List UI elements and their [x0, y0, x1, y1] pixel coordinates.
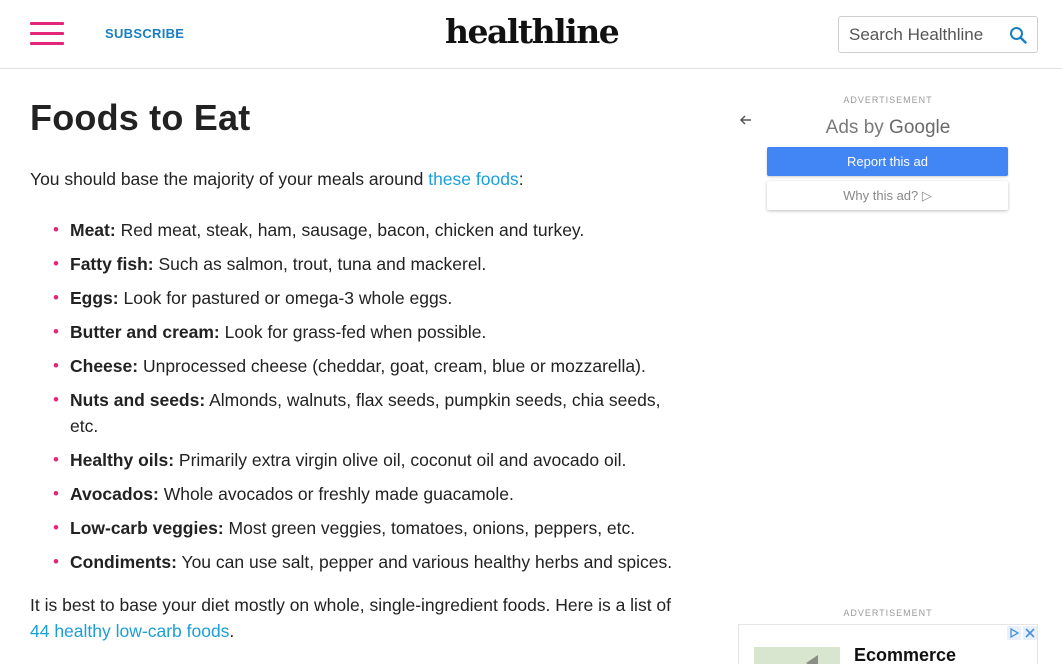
intro-end: :	[518, 169, 524, 189]
bullet-icon: •	[53, 322, 59, 341]
subscribe-link[interactable]: SUBSCRIBE	[105, 26, 184, 41]
item-term: Healthy oils:	[70, 450, 175, 470]
section-heading: Foods to Eat	[30, 97, 251, 138]
list-item: • Avocados: Whole avocados or freshly mad…	[30, 481, 690, 507]
list-item: • Meat: Red meat, steak, ham, sausage, ba…	[30, 217, 690, 243]
bullet-icon: •	[53, 220, 59, 239]
google-logo: Google	[889, 117, 951, 138]
low-carb-foods-link[interactable]: 44 healthy low-carb foods	[30, 621, 229, 641]
item-desc: Look for grass-fed when possible.	[219, 322, 487, 342]
list-item: • Condiments: You can use salt, pepper an…	[30, 549, 690, 575]
item-term: Meat:	[70, 220, 116, 240]
menu-icon-bar	[30, 42, 64, 45]
these-foods-link[interactable]: these foods	[428, 169, 518, 189]
bullet-icon: •	[53, 518, 59, 537]
item-term: Fatty fish:	[70, 254, 154, 274]
play-icon	[806, 655, 818, 664]
item-desc: Red meat, steak, ham, sausage, bacon, ch…	[115, 220, 585, 240]
outro-end: .	[229, 621, 235, 641]
search-input[interactable]	[849, 25, 999, 45]
list-item: • Butter and cream: Look for grass-fed wh…	[30, 319, 690, 345]
bullet-icon: •	[53, 552, 59, 571]
item-term: Cheese:	[70, 356, 139, 376]
list-item: • Eggs: Look for pastured or omega-3 whol…	[30, 285, 690, 311]
healthline-logo[interactable]: healthline	[445, 12, 620, 51]
intro-text: You should base the majority of your mea…	[30, 169, 429, 189]
back-arrow-icon[interactable]	[739, 113, 753, 127]
menu-icon-bar	[30, 22, 64, 25]
list-item: • Nuts and seeds: Almonds, walnuts, flax …	[30, 387, 690, 439]
list-item: • Healthy oils: Primarily extra virgin ol…	[30, 447, 690, 473]
advertisement-label: ADVERTISEMENT	[843, 608, 933, 618]
adchoices-icon[interactable]	[1007, 626, 1021, 640]
list-item: • Low-carb veggies: Most green veggies, t…	[30, 515, 690, 541]
item-desc: Most green veggies, tomatoes, onions, pe…	[223, 518, 636, 538]
ad-thumbnail	[754, 647, 840, 664]
close-icon[interactable]	[1023, 626, 1037, 640]
bullet-icon: •	[53, 390, 59, 409]
bullet-icon: •	[53, 450, 59, 469]
item-desc: Look for pastured or omega-3 whole eggs.	[118, 288, 453, 308]
menu-icon-bar	[30, 32, 64, 35]
item-term: Eggs:	[70, 288, 119, 308]
item-desc: Whole avocados or freshly made guacamole…	[158, 484, 514, 504]
list-item: • Cheese: Unprocessed cheese (cheddar, go…	[30, 353, 690, 379]
item-term: Low-carb veggies:	[70, 518, 224, 538]
search-box	[838, 16, 1038, 53]
list-item: • Fatty fish: Such as salmon, trout, tuna…	[30, 251, 690, 277]
item-desc: Primarily extra virgin olive oil, coconu…	[174, 450, 627, 470]
search-icon[interactable]	[1009, 26, 1027, 44]
bullet-icon: •	[53, 288, 59, 307]
item-term: Avocados:	[70, 484, 159, 504]
intro-paragraph: You should base the majority of your mea…	[30, 166, 690, 192]
site-header: SUBSCRIBE healthline	[0, 0, 1062, 69]
item-desc: Such as salmon, trout, tuna and mackerel…	[153, 254, 487, 274]
report-ad-button[interactable]: Report this ad	[767, 147, 1008, 176]
article-body: Foods to Eat You should base the majorit…	[30, 96, 690, 644]
food-list: • Meat: Red meat, steak, ham, sausage, ba…	[30, 217, 690, 575]
item-desc: You can use salt, pepper and various hea…	[176, 552, 673, 572]
why-this-ad-button[interactable]: Why this ad? ▷	[767, 181, 1008, 210]
bullet-icon: •	[53, 254, 59, 273]
item-term: Nuts and seeds:	[70, 390, 206, 410]
outro-text: It is best to base your diet mostly on w…	[30, 595, 672, 615]
ad-title: Ecommerce	[854, 645, 957, 664]
item-term: Butter and cream:	[70, 322, 220, 342]
item-term: Condiments:	[70, 552, 177, 572]
menu-icon[interactable]	[30, 22, 64, 46]
ads-by-prefix: Ads by	[825, 117, 890, 138]
bullet-icon: •	[53, 484, 59, 503]
ecommerce-ad[interactable]: Ecommerce	[738, 624, 1038, 664]
outro-paragraph: It is best to base your diet mostly on w…	[30, 592, 690, 644]
item-desc: Unprocessed cheese (cheddar, goat, cream…	[138, 356, 646, 376]
bullet-icon: •	[53, 356, 59, 375]
ads-by-google: Ads by Google	[768, 117, 1008, 139]
advertisement-label: ADVERTISEMENT	[843, 95, 933, 105]
